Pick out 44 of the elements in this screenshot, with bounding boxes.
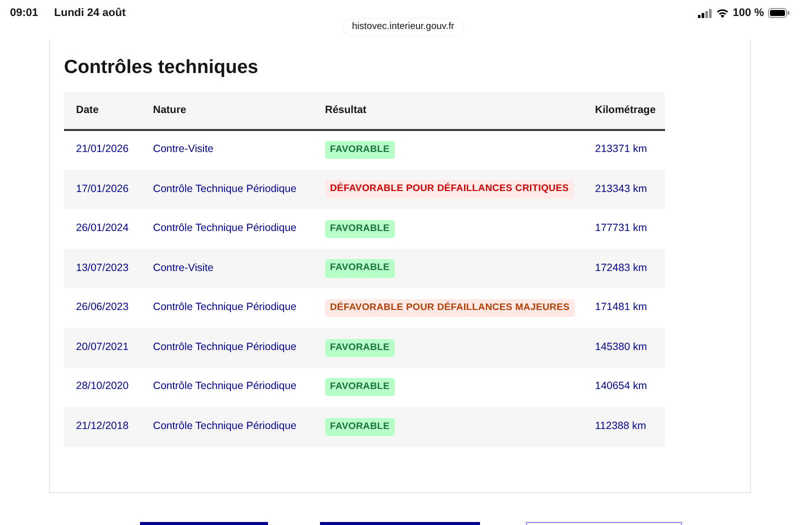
result-tag: FAVORABLE	[325, 220, 395, 238]
date-cell: 13/07/2023	[64, 248, 141, 288]
signal-icon	[698, 8, 712, 18]
date-cell: 21/12/2018	[64, 407, 141, 447]
nature-cell: Contrôle Technique Périodique	[141, 209, 313, 249]
nature-cell: Contrôle Technique Périodique	[141, 170, 313, 210]
result-tag: FAVORABLE	[325, 141, 395, 160]
column-header: Kilométrage	[583, 92, 665, 130]
url-bar[interactable]: histovec.interieur.gouv.fr	[343, 19, 464, 36]
nature-cell: Contre-Visite	[141, 130, 313, 170]
mileage-cell: 145380 km	[583, 328, 665, 368]
nature-cell: Contre-Visite	[141, 248, 313, 288]
date-cell: 26/01/2024	[64, 209, 141, 249]
mileage-cell: 112388 km	[583, 407, 665, 447]
result-tag: DÉFAVORABLE POUR DÉFAILLANCES CRITIQUES	[325, 180, 574, 199]
result-tag: DÉFAVORABLE POUR DÉFAILLANCES MAJEURES	[325, 299, 575, 318]
mileage-cell: 172483 km	[583, 248, 665, 288]
nature-cell: Contrôle Technique Périodique	[141, 368, 313, 408]
result-tag: FAVORABLE	[325, 259, 395, 278]
date-cell: 21/01/2026	[64, 130, 141, 170]
mileage-cell: 140654 km	[583, 368, 665, 408]
mileage-cell: 177731 km	[583, 209, 665, 249]
status-time: 09:01	[10, 6, 38, 21]
mileage-cell: 171481 km	[583, 288, 665, 328]
status-date: Lundi 24 août	[54, 6, 126, 21]
nature-cell: Contrôle Technique Périodique	[141, 328, 313, 368]
wifi-icon	[716, 8, 729, 18]
mileage-cell: 213343 km	[583, 170, 665, 210]
date-cell: 17/01/2026	[64, 170, 141, 210]
battery-percentage: 100 %	[732, 6, 764, 21]
column-header: Résultat	[313, 92, 583, 130]
column-header: Nature	[141, 92, 313, 130]
date-cell: 26/06/2023	[64, 288, 141, 328]
date-cell: 20/07/2021	[64, 328, 141, 368]
nature-cell: Contrôle Technique Périodique	[141, 288, 313, 328]
result-tag: FAVORABLE	[325, 338, 395, 357]
column-header: Date	[64, 92, 141, 130]
section-title: Contrôles techniques	[64, 56, 260, 80]
result-tag: FAVORABLE	[325, 378, 395, 396]
mileage-cell: 213371 km	[583, 130, 665, 170]
date-cell: 28/10/2020	[64, 368, 141, 408]
result-tag: FAVORABLE	[325, 418, 395, 436]
battery-icon	[768, 8, 790, 18]
nature-cell: Contrôle Technique Périodique	[141, 407, 313, 447]
